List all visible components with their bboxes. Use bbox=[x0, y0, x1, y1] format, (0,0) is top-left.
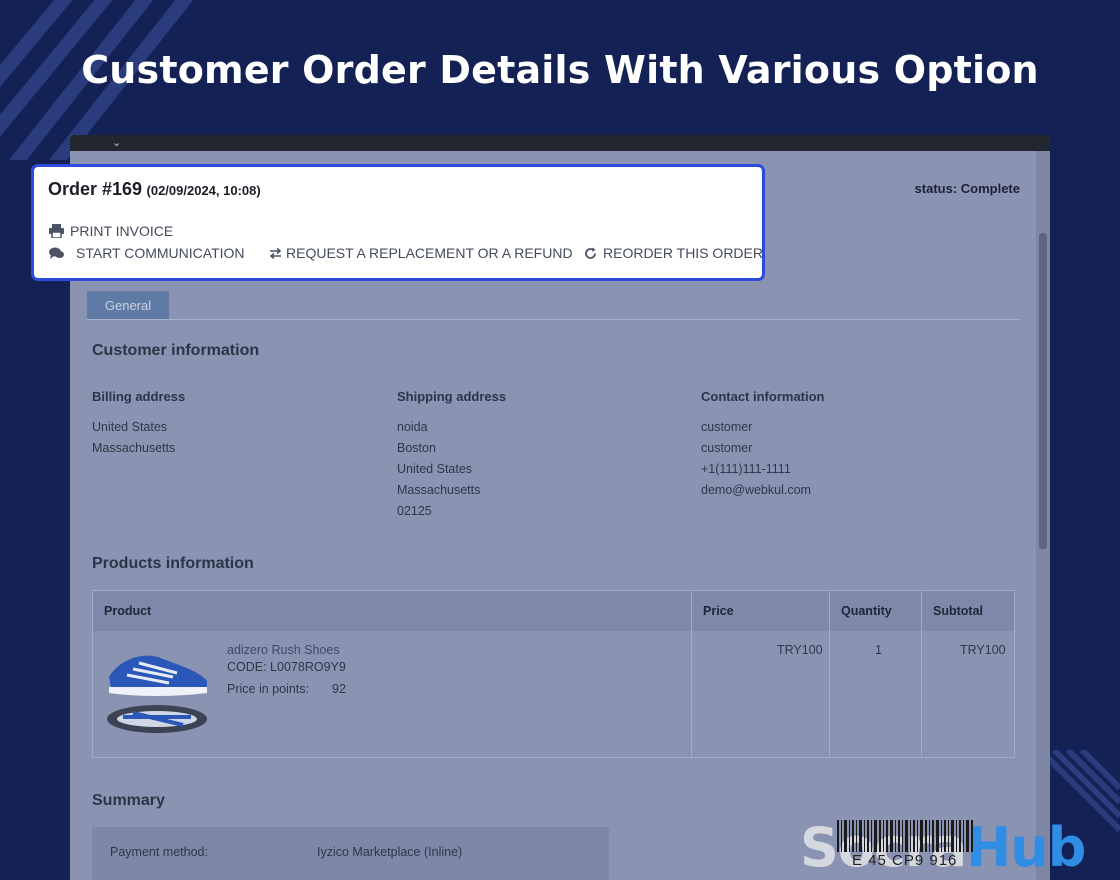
order-status: status: Complete bbox=[914, 181, 1020, 196]
column-header-quantity: Quantity bbox=[841, 604, 892, 618]
shipping-address-title: Shipping address bbox=[397, 389, 507, 404]
shipping-line: noida bbox=[397, 420, 428, 434]
payment-method-value: Iyzico Marketplace (Inline) bbox=[317, 845, 463, 859]
billing-address-title: Billing address bbox=[92, 389, 186, 404]
start-communication-button[interactable]: START COMMUNICATION bbox=[49, 245, 245, 261]
contact-line: customer bbox=[701, 420, 753, 434]
product-code: CODE: L0078RO9Y9 bbox=[227, 660, 346, 674]
column-divider bbox=[691, 591, 692, 757]
shipping-line: Massachusetts bbox=[397, 483, 481, 497]
products-information-title: Products information bbox=[92, 555, 254, 572]
contact-information: customer customer +1(111)111-1111 demo@w… bbox=[701, 417, 811, 501]
summary-box: Payment method: Iyzico Marketplace (Inli… bbox=[92, 827, 609, 880]
order-heading: Order #169 (02/09/2024, 10:08) bbox=[48, 179, 261, 200]
shipping-line: 02125 bbox=[397, 504, 432, 518]
tab-divider bbox=[87, 319, 1019, 320]
exchange-arrows-icon bbox=[269, 247, 282, 259]
price-in-points-value: 92 bbox=[332, 682, 346, 696]
order-number: Order #169 bbox=[48, 179, 143, 199]
socrahub-logo: SocraHub E 45 CP9 916 bbox=[800, 812, 1110, 880]
tab-general[interactable]: General bbox=[87, 291, 169, 320]
chat-bubbles-icon bbox=[49, 247, 64, 259]
product-image[interactable] bbox=[103, 647, 213, 741]
printer-icon bbox=[49, 224, 64, 238]
contact-line: +1(111)111-1111 bbox=[701, 462, 791, 476]
billing-line: United States bbox=[92, 420, 168, 434]
column-divider bbox=[921, 591, 922, 757]
print-invoice-button[interactable]: PRINT INVOICE bbox=[49, 223, 173, 239]
reorder-button[interactable]: REORDER THIS ORDER bbox=[584, 245, 763, 261]
chevron-down-icon[interactable]: ⌄ bbox=[112, 136, 121, 149]
reorder-label: REORDER THIS ORDER bbox=[603, 245, 763, 261]
column-header-subtotal: Subtotal bbox=[933, 604, 983, 618]
print-invoice-label: PRINT INVOICE bbox=[70, 223, 174, 239]
product-name-link[interactable]: adizero Rush Shoes bbox=[227, 643, 340, 657]
logo-text-hub: Hub bbox=[966, 816, 1086, 879]
contact-line: customer bbox=[701, 441, 753, 455]
payment-method-label: Payment method: bbox=[110, 845, 208, 859]
product-price: TRY100 bbox=[777, 643, 823, 657]
shipping-line: United States bbox=[397, 462, 473, 476]
request-replacement-refund-button[interactable]: REQUEST A REPLACEMENT OR A REFUND bbox=[269, 245, 573, 261]
scrollbar-thumb[interactable] bbox=[1039, 233, 1047, 549]
order-date: (02/09/2024, 10:08) bbox=[146, 183, 261, 198]
start-communication-label: START COMMUNICATION bbox=[76, 245, 245, 261]
barcode-number: E 45 CP9 916 bbox=[852, 852, 958, 869]
billing-line: Massachusetts bbox=[92, 441, 176, 455]
column-header-price: Price bbox=[703, 604, 734, 618]
billing-address: United States Massachusetts bbox=[92, 417, 175, 459]
product-subtotal: TRY100 bbox=[960, 643, 1006, 657]
request-replacement-refund-label: REQUEST A REPLACEMENT OR A REFUND bbox=[286, 245, 573, 261]
column-divider bbox=[829, 591, 830, 757]
summary-title: Summary bbox=[92, 792, 165, 809]
column-header-product: Product bbox=[104, 604, 152, 618]
page-headline: Customer Order Details With Various Opti… bbox=[81, 48, 1039, 92]
contact-email[interactable]: demo@webkul.com bbox=[701, 480, 811, 501]
contact-information-title: Contact information bbox=[701, 389, 825, 404]
products-table-header: Product Price Quantity Subtotal bbox=[93, 591, 1014, 631]
order-actions-card: Order #169 (02/09/2024, 10:08) PRINT INV… bbox=[31, 164, 765, 281]
browser-topbar: ⌄ bbox=[70, 135, 1050, 151]
products-table: Product Price Quantity Subtotal adizero … bbox=[92, 590, 1015, 758]
shipping-address: noida Boston United States Massachusetts… bbox=[397, 417, 480, 522]
customer-information-title: Customer information bbox=[92, 342, 260, 359]
refresh-icon bbox=[585, 247, 596, 259]
vertical-scrollbar[interactable] bbox=[1036, 151, 1050, 880]
price-in-points-label: Price in points: bbox=[227, 682, 309, 696]
product-quantity: 1 bbox=[875, 643, 882, 657]
shipping-line: Boston bbox=[397, 441, 436, 455]
